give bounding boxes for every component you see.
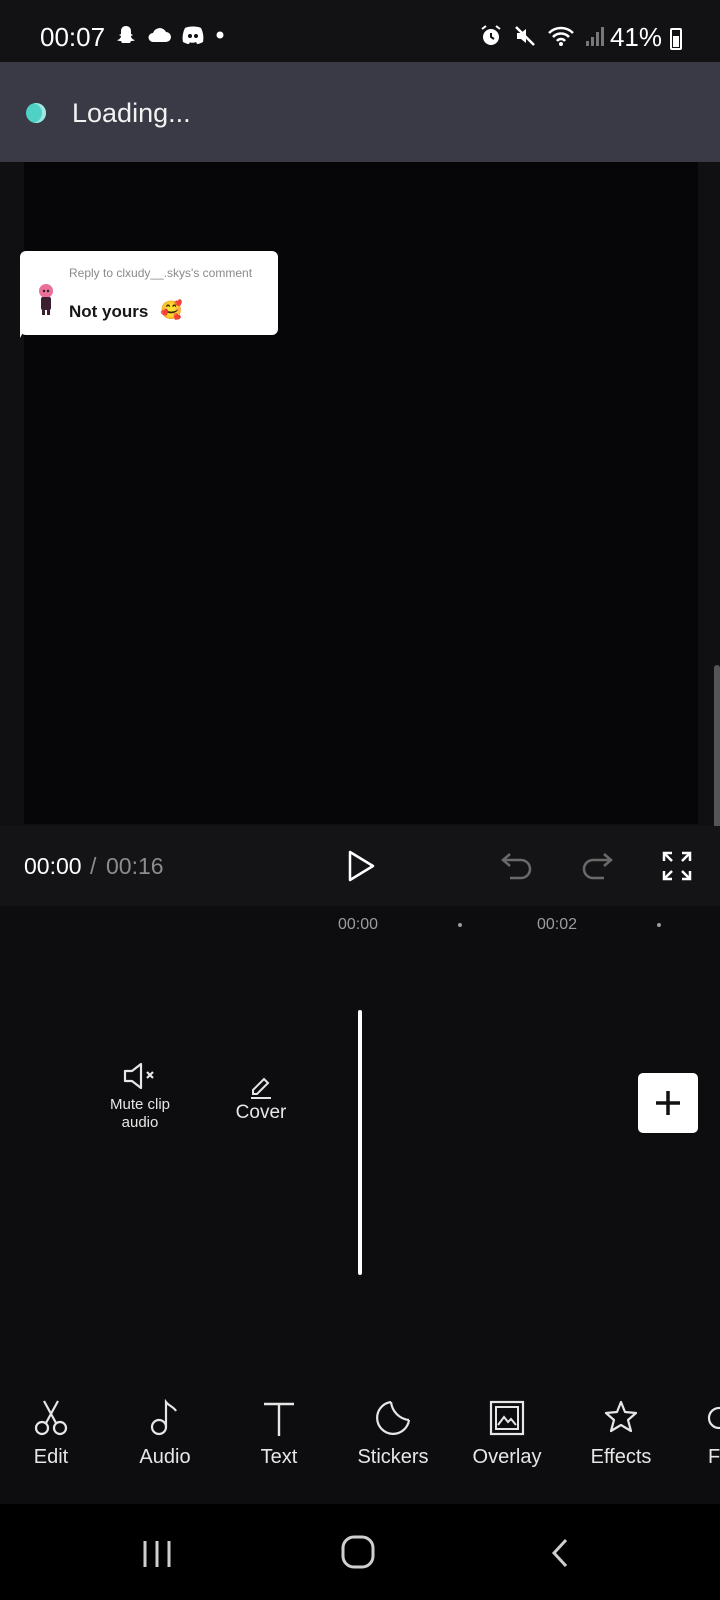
timeline-tick: 00:02 — [537, 916, 578, 933]
play-button[interactable] — [345, 849, 377, 883]
toolbar-text-label: Text — [260, 1446, 298, 1468]
timeline-tick-dot — [657, 923, 661, 927]
time-separator: / — [90, 853, 97, 879]
toolbar-edit-label: Edit — [33, 1446, 69, 1468]
recent-apps-icon[interactable] — [140, 1538, 174, 1570]
cover-button[interactable]: Cover — [226, 1072, 296, 1124]
signal-icon — [586, 27, 604, 46]
reply-text: Not yours — [69, 302, 149, 321]
playhead[interactable] — [358, 1010, 362, 1275]
reply-bubble-tail — [20, 320, 30, 338]
timeline-tick: 00:00 — [338, 916, 379, 933]
mute-clip-audio-label: Mute clip audio — [109, 1096, 171, 1131]
total-time: 00:16 — [106, 853, 164, 879]
toolbar-filters[interactable]: F — [685, 1398, 720, 1469]
toolbar-overlay[interactable]: Overlay — [457, 1398, 557, 1469]
alarm-icon — [481, 25, 501, 45]
timeline-tick-dot — [458, 923, 462, 927]
loading-spinner-icon — [26, 103, 46, 123]
toolbar-effects[interactable]: Effects — [571, 1398, 671, 1469]
overlay-icon — [489, 1400, 525, 1436]
toolbar-edit[interactable]: Edit — [1, 1398, 101, 1469]
mute-clip-audio-button[interactable]: Mute clip audio — [100, 1060, 180, 1132]
wifi-icon — [548, 26, 574, 46]
scissors-icon — [34, 1400, 68, 1436]
fullscreen-button[interactable] — [661, 850, 693, 882]
add-clip-button[interactable] — [638, 1073, 698, 1133]
toolbar-overlay-label: Overlay — [472, 1446, 542, 1468]
reply-avatar — [39, 284, 53, 315]
cloud-icon — [148, 28, 171, 42]
back-icon[interactable] — [548, 1536, 572, 1570]
mute-icon — [515, 26, 535, 46]
loading-text: Loading... — [72, 98, 191, 128]
reply-emoji: 🥰 — [160, 300, 183, 320]
sticker-icon — [376, 1400, 411, 1435]
plus-icon — [656, 1091, 680, 1115]
toolbar-filters-label: F — [708, 1446, 720, 1468]
reply-comment-sticker[interactable] — [20, 251, 278, 335]
pencil-icon — [251, 1077, 271, 1099]
redo-button[interactable] — [580, 850, 614, 882]
undo-button[interactable] — [500, 850, 534, 882]
toolbar-effects-label: Effects — [590, 1446, 652, 1468]
reply-to-label: Reply to clxudy__.skys's comment — [69, 266, 253, 280]
cover-label: Cover — [235, 1102, 287, 1123]
snapchat-icon — [117, 26, 135, 43]
filters-icon — [707, 1406, 720, 1430]
dot-icon — [216, 31, 224, 39]
battery-icon — [670, 28, 682, 50]
toolbar-stickers[interactable]: Stickers — [343, 1398, 443, 1469]
text-icon — [264, 1402, 294, 1436]
effects-star-icon — [604, 1400, 638, 1433]
status-time: 00:07 — [40, 22, 106, 52]
toolbar-stickers-label: Stickers — [357, 1446, 429, 1468]
discord-icon — [182, 26, 204, 44]
status-right-icons — [479, 24, 605, 48]
status-left-icons — [115, 24, 225, 46]
current-time: 00:00 — [24, 853, 82, 879]
speaker-mute-icon — [123, 1062, 154, 1090]
battery-percent: 41% — [609, 22, 662, 52]
music-note-icon — [150, 1398, 177, 1436]
toolbar-audio-label: Audio — [139, 1446, 191, 1468]
toolbar-audio[interactable]: Audio — [115, 1398, 215, 1469]
toolbar-text[interactable]: Text — [229, 1398, 329, 1469]
home-icon[interactable] — [340, 1534, 376, 1570]
